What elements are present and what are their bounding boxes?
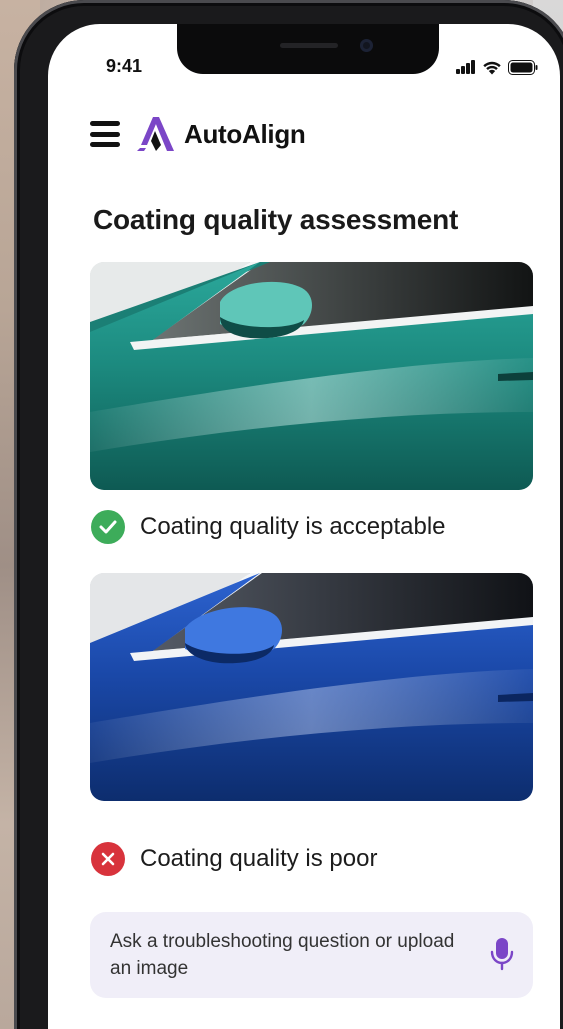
phone-screen: 9:41 AutoAlign Coating quality assessmen…	[48, 24, 560, 1029]
car-image-poor	[90, 573, 533, 801]
result-acceptable: Coating quality is acceptable	[91, 510, 446, 544]
brand-name: AutoAlign	[184, 118, 306, 149]
page-title: Coating quality assessment	[93, 204, 459, 235]
signal-icon	[456, 60, 475, 74]
status-time: 9:41	[106, 56, 143, 76]
result-label: Coating quality is poor	[140, 845, 378, 872]
x-circle-icon	[91, 842, 125, 876]
ask-input-placeholder: Ask a troubleshooting question or upload…	[110, 931, 455, 979]
app-header: AutoAlign	[90, 114, 306, 154]
status-icons	[456, 59, 538, 75]
result-label: Coating quality is acceptable	[140, 513, 446, 540]
earpiece-speaker	[280, 43, 338, 48]
front-camera	[360, 39, 373, 52]
phone-frame: 9:41 AutoAlign Coating quality assessmen…	[14, 0, 563, 1029]
check-circle-icon	[91, 510, 125, 544]
battery-icon	[508, 59, 538, 75]
hamburger-menu-icon[interactable]	[90, 121, 120, 147]
result-poor: Coating quality is poor	[91, 842, 377, 876]
phone-notch	[177, 24, 439, 74]
autoalign-logo-icon	[137, 117, 174, 151]
car-image-acceptable	[90, 262, 533, 490]
ask-input[interactable]: Ask a troubleshooting question or upload…	[90, 912, 533, 998]
microphone-icon[interactable]	[487, 934, 517, 974]
wifi-icon	[483, 61, 501, 74]
